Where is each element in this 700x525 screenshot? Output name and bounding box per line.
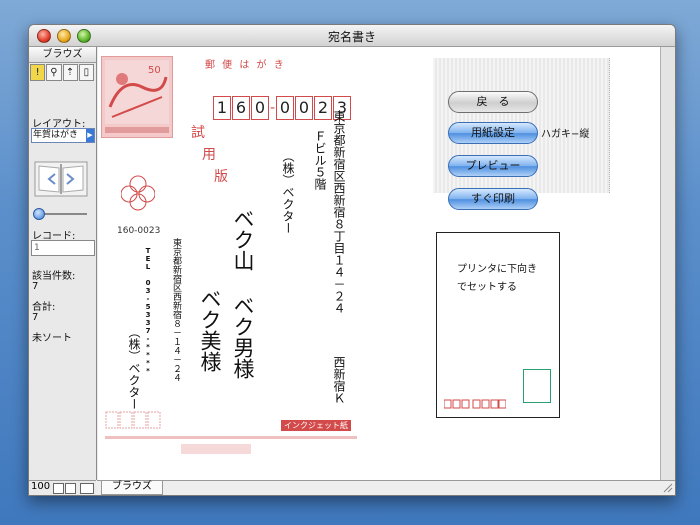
recipient-company: （株）ベクター: [281, 150, 295, 234]
trial-watermark-3: 版: [214, 169, 228, 185]
back-button[interactable]: 戻 る: [448, 91, 538, 113]
found-count-value: 7: [32, 281, 39, 292]
book-navigator-icon[interactable]: [33, 160, 89, 198]
mode-popup[interactable]: ブラウズ: [101, 481, 163, 495]
postal-digit: 0: [276, 96, 294, 120]
sort-status: 未ソート: [32, 333, 72, 344]
svg-text:50: 50: [148, 65, 161, 76]
trial-watermark-2: 用: [202, 147, 216, 163]
record-input[interactable]: 1: [31, 240, 95, 256]
layout-content: 50 郵 便 は が き 160-0023 試 用 版 160-0023 東京都…: [98, 47, 660, 480]
inkjet-badge: インクジェット紙: [281, 420, 351, 431]
postal-digit: 1: [213, 96, 231, 120]
mode-label: ブラウズ: [29, 47, 96, 63]
postal-digit: 0: [251, 96, 269, 120]
recipient-address: 東京都新宿区西新宿８丁目１４－２４: [332, 110, 346, 314]
resize-grip-icon[interactable]: [662, 482, 673, 493]
postal-digit: 0: [295, 96, 313, 120]
paper-setup-button[interactable]: 用紙設定: [448, 122, 538, 144]
footer-fine-print: [105, 436, 357, 439]
status-area: ブラウズ ! ⚲ ⇡ ▯ レイアウト: 年賀はがき ▶ レコード: 1 該当件数…: [29, 47, 97, 480]
zoom-bar: 100: [29, 480, 96, 495]
recipient-name-1: ベク山 ベク男様: [231, 208, 255, 379]
title-bar[interactable]: 宛名書き: [29, 25, 675, 47]
sender-company: （株）ベクター: [127, 326, 141, 410]
preview-tool-icon[interactable]: ▯: [78, 64, 94, 81]
stamp-image: 50: [101, 56, 173, 138]
postal-box-placeholder: [443, 394, 507, 409]
found-count-label: 該当件数:: [32, 271, 76, 282]
total-label: 合計:: [32, 302, 56, 313]
bottom-boxes: [105, 411, 175, 431]
footer-logo: [181, 444, 251, 454]
paper-size-value: ハガキ−縦: [541, 129, 590, 140]
sender-tel: TEL 03-5337-****: [144, 247, 152, 375]
preview-button[interactable]: プレビュー: [448, 155, 538, 177]
print-orientation-preview: プリンタに下向きでセットする: [436, 232, 560, 418]
print-now-button[interactable]: すぐ印刷: [448, 188, 538, 210]
find-tool-icon[interactable]: ⚲: [46, 64, 62, 81]
main-window: 宛名書き ブラウズ ! ⚲ ⇡ ▯ レイアウト: 年賀はがき ▶ レコード: 1…: [28, 24, 676, 496]
postal-digit: 6: [232, 96, 250, 120]
browse-tool-icon[interactable]: !: [30, 64, 46, 81]
slider-thumb[interactable]: [33, 208, 45, 220]
layout-tool-icon[interactable]: ⇡: [62, 64, 78, 81]
sender-address: 東京都新宿区西新宿８－１４－２４: [171, 238, 181, 382]
tool-row: ! ⚲ ⇡ ▯: [30, 64, 94, 81]
layout-select[interactable]: 年賀はがき ▶: [31, 128, 95, 143]
sender-postal-code: 160-0023: [117, 226, 161, 236]
recipient-name-2: ベク美様: [198, 288, 222, 372]
recipient-building: Ｆビル５階: [313, 130, 327, 190]
zoom-in-icon[interactable]: [65, 483, 76, 494]
action-panel: 戻 る 用紙設定 ハガキ−縦 プレビュー すぐ印刷: [433, 58, 610, 210]
record-slider[interactable]: [33, 208, 89, 220]
window-title: 宛名書き: [327, 30, 376, 44]
status-area-toggle-icon[interactable]: [80, 483, 94, 494]
dropdown-arrow-icon: ▶: [86, 129, 94, 142]
total-value: 7: [32, 312, 39, 323]
stamp-placeholder: [523, 369, 551, 403]
orientation-instruction: プリンタに下向きでセットする: [457, 264, 537, 293]
postcard: 50 郵 便 は が き 160-0023 試 用 版 160-0023 東京都…: [101, 54, 361, 454]
vertical-scrollbar[interactable]: [660, 47, 675, 480]
postcard-header: 郵 便 は が き: [205, 60, 286, 71]
layout-select-value: 年賀はがき: [33, 130, 79, 140]
trial-watermark-1: 試: [191, 125, 205, 141]
status-bar: ブラウズ: [97, 480, 675, 495]
postal-digit: 2: [314, 96, 332, 120]
recipient-address-2: 西新宿Ｋ: [332, 356, 346, 404]
zoom-out-icon[interactable]: [53, 483, 64, 494]
zoom-level[interactable]: 100: [31, 481, 50, 492]
nenga-mark-icon: [120, 172, 156, 212]
